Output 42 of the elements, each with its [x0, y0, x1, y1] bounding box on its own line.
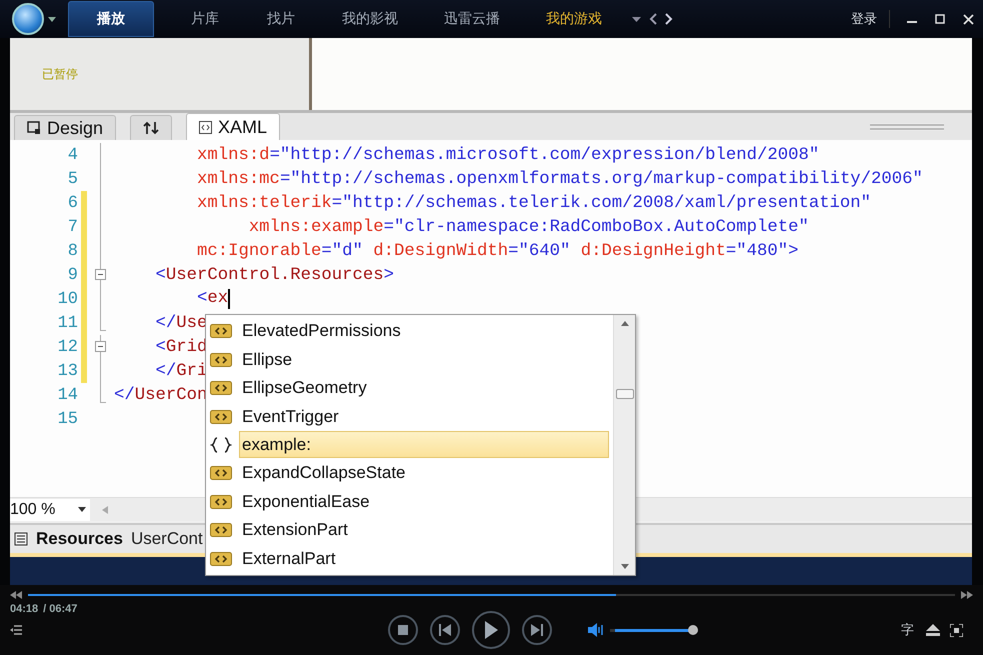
code-token: ex — [207, 289, 228, 309]
code-token: < — [154, 338, 166, 356]
code-token: ="d" — [321, 242, 364, 260]
code-token: ="480"> — [726, 242, 798, 260]
code-token: < — [196, 289, 208, 309]
code-token: xmlns:telerik — [196, 194, 332, 212]
line-number: 5 — [66, 170, 78, 188]
code-token: </ — [154, 362, 176, 380]
code-token: ="clr-namespace:RadComboBox.AutoComplete" — [384, 218, 809, 236]
code-token: d:DesignWidth — [373, 242, 508, 260]
code-token: Use — [176, 314, 208, 332]
paused-status: 已暂停 — [42, 66, 78, 82]
code-token: d:DesignHeight — [580, 242, 726, 260]
code-token: </ — [114, 386, 135, 404]
code-token: xmlns:example — [248, 218, 384, 236]
current-time: 04:18 — [10, 603, 38, 615]
code-token: ="640" — [508, 242, 572, 260]
line-number: 8 — [66, 242, 78, 260]
code-token: ="http://schemas.microsoft.com/expression/blend/2008" — [270, 146, 820, 164]
code-token: ="http://schemas.openxmlformats.org/markup-compatibility/2006" — [280, 170, 923, 188]
line-number: 9 — [66, 266, 78, 284]
code-token: Gri — [176, 362, 208, 380]
code-token: xmlns:d — [196, 146, 270, 164]
code-token: > — [384, 266, 394, 284]
line-number: 13 — [56, 362, 78, 380]
code-token: xmlns:mc — [196, 170, 280, 188]
breadcrumb-title: Resources — [36, 529, 123, 549]
line-number: 15 — [56, 410, 78, 428]
line-number: 14 — [56, 386, 78, 404]
line-number: 10 — [56, 290, 78, 308]
code-token: ="http://schemas.telerik.com/2008/xaml/presentation" — [332, 194, 872, 212]
code-token: mc:Ignorable — [196, 242, 322, 260]
line-number: 4 — [66, 146, 78, 164]
code-token: < — [154, 266, 166, 284]
code-token: UserCon — [134, 386, 208, 404]
line-number: 6 — [66, 194, 78, 212]
code-token: UserControl.Resources — [166, 266, 384, 284]
total-time: / 06:47 — [43, 603, 78, 615]
line-number: 7 — [66, 218, 78, 236]
line-number: 12 — [56, 338, 78, 356]
line-number: 11 — [56, 314, 78, 332]
code-token: </ — [154, 314, 176, 332]
